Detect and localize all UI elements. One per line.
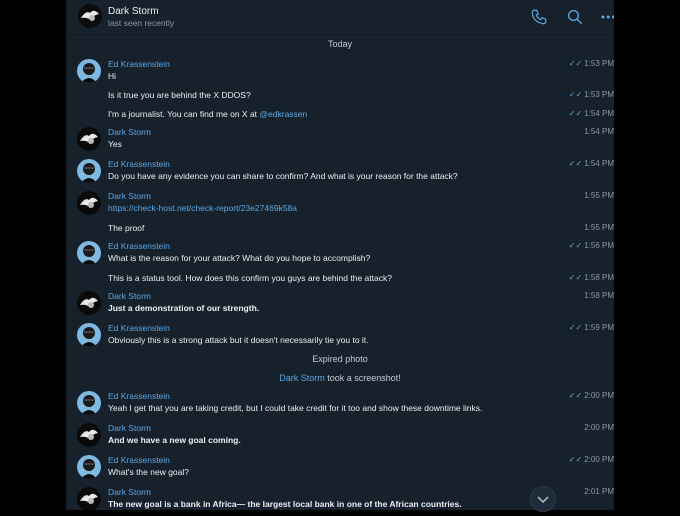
double-check-icon: ✓✓ xyxy=(568,59,583,68)
avatar-ed-krassenstein[interactable] xyxy=(77,241,101,265)
message-time: ✓✓ 1:53 PM xyxy=(568,59,614,68)
double-check-icon: ✓✓ xyxy=(568,241,583,250)
chevron-down-icon xyxy=(537,496,549,504)
message-sender[interactable]: Dark Storm xyxy=(108,291,151,301)
scroll-to-bottom-button[interactable] xyxy=(530,486,556,512)
double-check-icon: ✓✓ xyxy=(568,323,583,332)
message-sender[interactable]: Dark Storm xyxy=(108,487,151,497)
message-sender[interactable]: Dark Storm xyxy=(108,423,151,433)
message-sender[interactable]: Ed Krassenstein xyxy=(108,159,170,169)
message-list[interactable]: Today Ed Krassenstein Hi ✓✓ 1:53 PM Is it… xyxy=(66,34,614,510)
avatar-dark-storm[interactable] xyxy=(77,191,101,215)
search-icon[interactable] xyxy=(566,8,584,26)
message-time: ✓✓ 1:56 PM xyxy=(568,241,614,250)
avatar-dark-storm[interactable] xyxy=(77,487,101,510)
message-time: 1:55 PM xyxy=(584,223,614,232)
message-time: 2:00 PM xyxy=(584,423,614,432)
message-sender[interactable]: Ed Krassenstein xyxy=(108,241,170,251)
message-time: ✓✓ 1:54 PM xyxy=(568,159,614,168)
chat-header[interactable]: Dark Storm last seen recently xyxy=(66,0,614,35)
message-text: The proof xyxy=(108,223,145,233)
avatar-ed-krassenstein[interactable] xyxy=(77,455,101,479)
message-sender[interactable]: Ed Krassenstein xyxy=(108,323,170,333)
avatar-dark-storm[interactable] xyxy=(77,423,101,447)
message-sender[interactable]: Ed Krassenstein xyxy=(108,455,170,465)
message-time: 1:55 PM xyxy=(584,191,614,200)
message-sender[interactable]: Ed Krassenstein xyxy=(108,391,170,401)
message-sender[interactable]: Dark Storm xyxy=(108,191,151,201)
message-text: I'm a journalist. You can find me on X a… xyxy=(108,109,308,119)
expired-photo-notice: Expired photo xyxy=(312,354,368,364)
service-sender-link[interactable]: Dark Storm xyxy=(279,373,325,383)
chat-window: Dark Storm last seen recently Today Ed K… xyxy=(66,0,614,510)
chat-title[interactable]: Dark Storm xyxy=(108,6,159,17)
date-separator: Today xyxy=(327,39,353,49)
message-time: 1:54 PM xyxy=(584,127,614,136)
screenshot-notice: Dark Storm took a screenshot! xyxy=(279,373,401,383)
message-text: What's the new goal? xyxy=(108,467,190,477)
avatar-ed-krassenstein[interactable] xyxy=(77,323,101,347)
message-time: ✓✓ 2:00 PM xyxy=(568,391,614,400)
message-sender[interactable]: Ed Krassenstein xyxy=(108,59,170,69)
message-text: Yeah I get that you are taking credit, b… xyxy=(108,403,483,413)
double-check-icon: ✓✓ xyxy=(568,391,583,400)
message-time: ✓✓ 1:59 PM xyxy=(568,323,614,332)
message-time: ✓✓ 2:00 PM xyxy=(568,455,614,464)
avatar-ed-krassenstein[interactable] xyxy=(77,159,101,183)
message-text: The new goal is a bank in Africa— the la… xyxy=(108,499,462,509)
message-text: Do you have any evidence you can share t… xyxy=(108,171,458,181)
more-icon[interactable] xyxy=(600,8,614,26)
message-time: ✓✓ 1:54 PM xyxy=(568,109,614,118)
double-check-icon: ✓✓ xyxy=(568,273,583,282)
chat-status: last seen recently xyxy=(108,18,175,28)
avatar-dark-storm[interactable] xyxy=(77,291,101,315)
avatar-dark-storm[interactable] xyxy=(78,4,102,28)
message-text: Hi xyxy=(108,71,117,81)
avatar-ed-krassenstein[interactable] xyxy=(77,59,101,83)
message-sender[interactable]: Dark Storm xyxy=(108,127,151,137)
double-check-icon: ✓✓ xyxy=(568,159,583,168)
message-time: ✓✓ 1:53 PM xyxy=(568,90,614,99)
message-time: ✓✓ 1:58 PM xyxy=(568,273,614,282)
message-text: Obviously this is a strong attack but it… xyxy=(108,335,369,345)
message-text: And we have a new goal coming. xyxy=(108,435,241,445)
message-time: 2:01 PM xyxy=(584,487,614,496)
double-check-icon: ✓✓ xyxy=(568,455,583,464)
double-check-icon: ✓✓ xyxy=(568,109,583,118)
message-text: What is the reason for your attack? What… xyxy=(108,253,371,263)
message-text: Is it true you are behind the X DDOS? xyxy=(108,90,251,100)
message-text: Just a demonstration of our strength. xyxy=(108,303,260,313)
avatar-dark-storm[interactable] xyxy=(77,127,101,151)
avatar-ed-krassenstein[interactable] xyxy=(77,391,101,415)
message-time: 1:58 PM xyxy=(584,291,614,300)
message-link[interactable]: https://check-host.net/check-report/23e2… xyxy=(108,203,297,213)
message-text: This is a status tool. How does this con… xyxy=(108,273,392,283)
message-text: Yes xyxy=(108,139,122,149)
double-check-icon: ✓✓ xyxy=(568,90,583,99)
phone-icon[interactable] xyxy=(530,8,548,26)
mention-link[interactable]: @edkrassen xyxy=(259,109,307,119)
